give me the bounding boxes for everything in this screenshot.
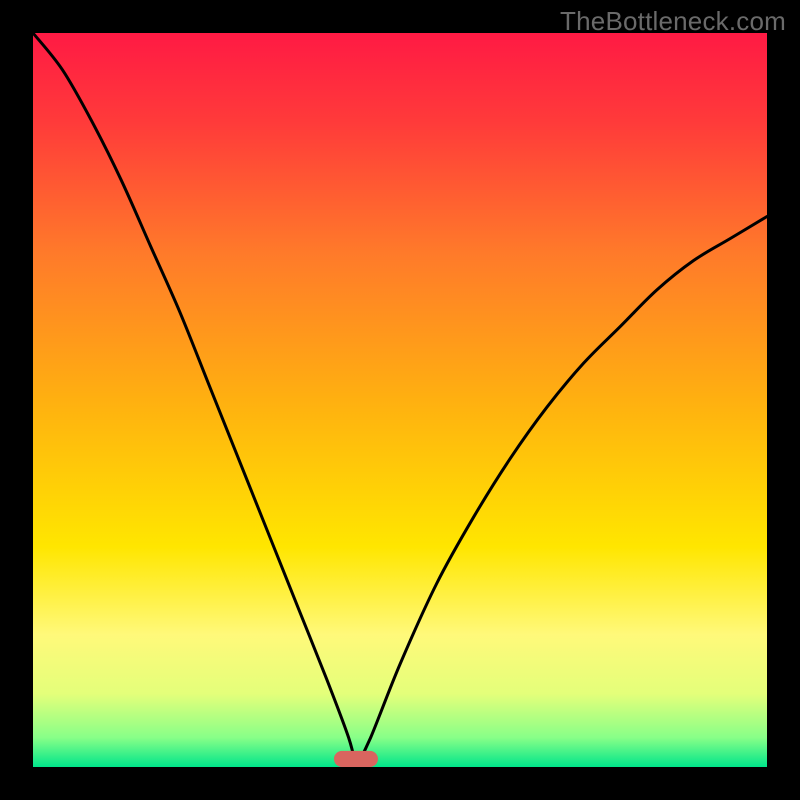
watermark-text: TheBottleneck.com <box>560 6 786 37</box>
plot-background <box>33 33 767 767</box>
chart-frame: TheBottleneck.com <box>0 0 800 800</box>
optimal-marker <box>334 751 378 767</box>
bottleneck-chart <box>0 0 800 800</box>
